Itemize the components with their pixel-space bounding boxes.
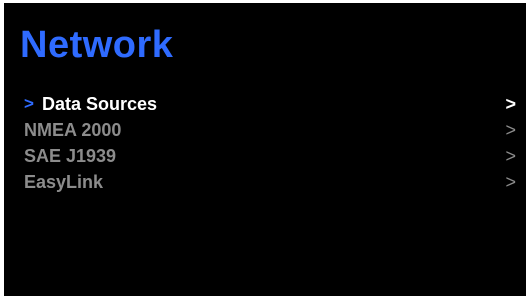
menu-item-label: EasyLink	[24, 172, 104, 192]
menu-item-label: SAE J1939	[24, 146, 117, 166]
menu-item-easylink[interactable]: EasyLink >	[24, 169, 522, 195]
chevron-right-icon: >	[505, 94, 516, 114]
menu-item-label: Data Sources	[42, 94, 158, 114]
page-title: Network	[20, 24, 174, 66]
chevron-right-icon: >	[505, 172, 516, 192]
menu-item-data-sources[interactable]: > Data Sources >	[24, 91, 522, 117]
chevron-right-icon: >	[505, 146, 516, 166]
device-screen: Network > Data Sources > NMEA 2000 > SAE…	[4, 3, 526, 296]
network-menu: > Data Sources > NMEA 2000 > SAE J1939 >…	[24, 91, 522, 195]
menu-item-label: NMEA 2000	[24, 120, 122, 140]
menu-item-sae-j1939[interactable]: SAE J1939 >	[24, 143, 522, 169]
chevron-right-icon: >	[505, 120, 516, 140]
selection-arrow-icon: >	[24, 94, 34, 113]
menu-item-nmea-2000[interactable]: NMEA 2000 >	[24, 117, 522, 143]
